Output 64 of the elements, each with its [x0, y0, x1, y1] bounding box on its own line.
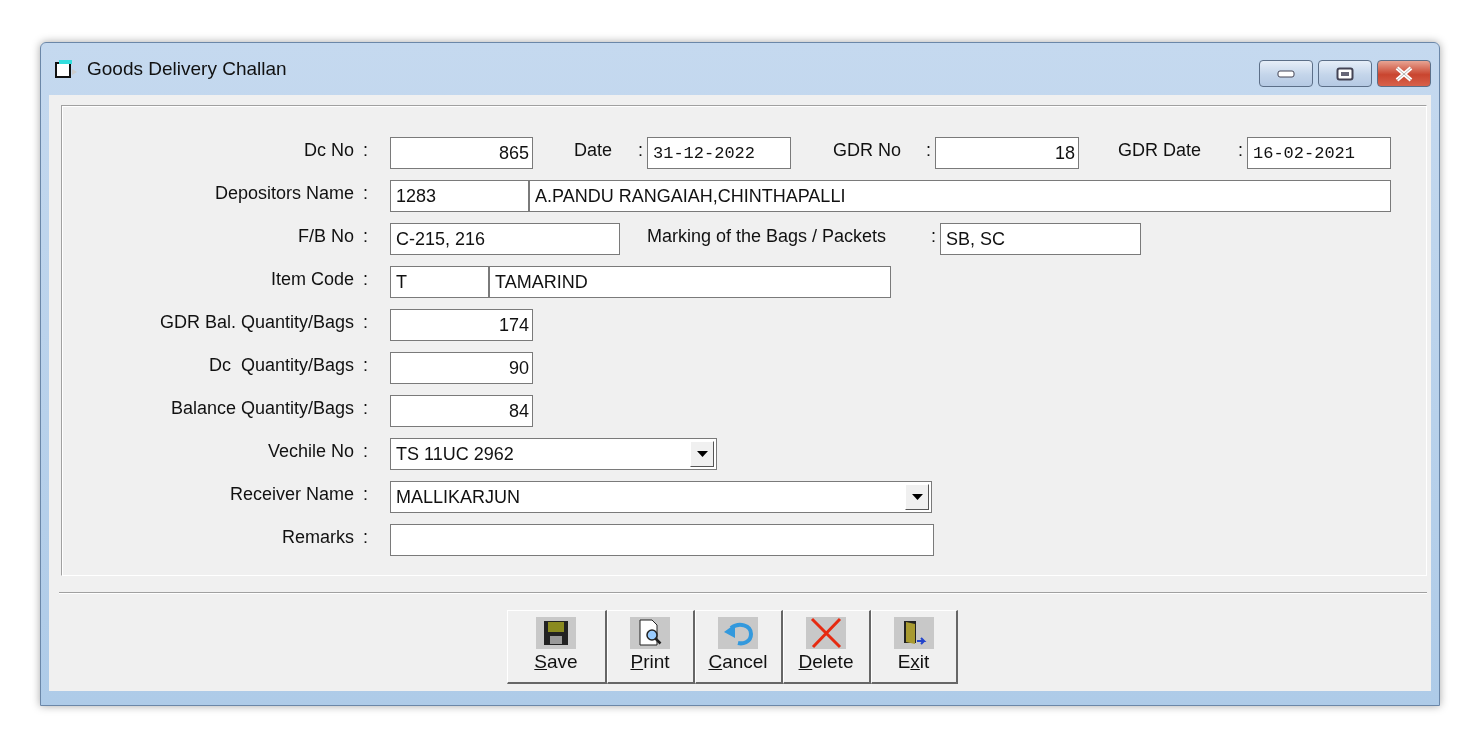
maximize-icon [1336, 66, 1354, 81]
colon: : [362, 225, 369, 247]
input-field[interactable]: 16-02-2021 [1247, 137, 1391, 169]
field-label: Balance Quantity/Bags [169, 397, 354, 419]
field-label: Item Code [269, 268, 354, 290]
input-field[interactable]: 84 [390, 395, 533, 427]
colon: : [362, 526, 369, 548]
field-label: GDR Date [1118, 139, 1203, 161]
input-field[interactable] [390, 524, 934, 556]
close-button[interactable] [1377, 60, 1431, 87]
combo-box[interactable]: TS 11UC 2962 [390, 438, 717, 470]
colon: : [362, 440, 369, 462]
input-field[interactable]: SB, SC [940, 223, 1141, 255]
minimize-button[interactable] [1259, 60, 1313, 87]
combo-box[interactable]: MALLIKARJUN [390, 481, 932, 513]
input-field[interactable]: T [390, 266, 489, 298]
field-label: GDR Bal. Quantity/Bags [158, 311, 354, 333]
field-label: Date [574, 139, 614, 161]
colon: : [362, 397, 369, 419]
dropdown-button[interactable] [905, 484, 929, 510]
dropdown-arrow-icon [696, 451, 708, 457]
colon: : [1237, 139, 1244, 161]
field-label: Remarks [281, 526, 354, 548]
print-button[interactable]: Print [606, 610, 695, 684]
colon: : [362, 182, 369, 204]
field-label: GDR No [833, 139, 902, 161]
colon: : [930, 225, 937, 247]
field-label: Vechile No [266, 440, 354, 462]
field-label: Receiver Name [228, 483, 354, 505]
delete-button[interactable]: Delete [782, 610, 871, 684]
dropdown-button[interactable] [690, 441, 714, 467]
colon: : [362, 311, 369, 333]
colon: : [925, 139, 932, 161]
window-title: Goods Delivery Challan [87, 58, 288, 80]
minimize-icon [1277, 69, 1295, 78]
input-field[interactable]: TAMARIND [489, 266, 891, 298]
input-field[interactable]: A.PANDU RANGAIAH,CHINTHAPALLI [529, 180, 1391, 212]
field-label: Dc No [303, 139, 354, 161]
input-field[interactable]: C-215, 216 [390, 223, 620, 255]
field-label: F/B No [297, 225, 354, 247]
dropdown-arrow-icon [911, 494, 923, 500]
exit-button[interactable]: Exit [870, 610, 958, 684]
colon: : [362, 483, 369, 505]
maximize-button[interactable] [1318, 60, 1372, 87]
save-button[interactable]: Save [506, 610, 607, 684]
cancel-button[interactable]: Cancel [694, 610, 783, 684]
colon: : [362, 268, 369, 290]
input-field[interactable]: 174 [390, 309, 533, 341]
input-field[interactable]: 31-12-2022 [647, 137, 791, 169]
cross-icon [806, 617, 846, 649]
field-label: Depositors Name [213, 182, 354, 204]
input-field[interactable]: 865 [390, 137, 533, 169]
close-icon [1394, 65, 1414, 82]
colon: : [362, 139, 369, 161]
document-magnifier-icon [630, 617, 670, 649]
input-field[interactable]: 1283 [390, 180, 529, 212]
door-exit-icon [893, 617, 934, 649]
colon: : [637, 139, 644, 161]
colon: : [362, 354, 369, 376]
field-label: Dc Quantity/Bags [207, 354, 354, 376]
input-field[interactable]: 18 [935, 137, 1079, 169]
field-label: Marking of the Bags / Packets [647, 225, 888, 247]
window-app-icon [55, 59, 79, 79]
input-field[interactable]: 90 [390, 352, 533, 384]
